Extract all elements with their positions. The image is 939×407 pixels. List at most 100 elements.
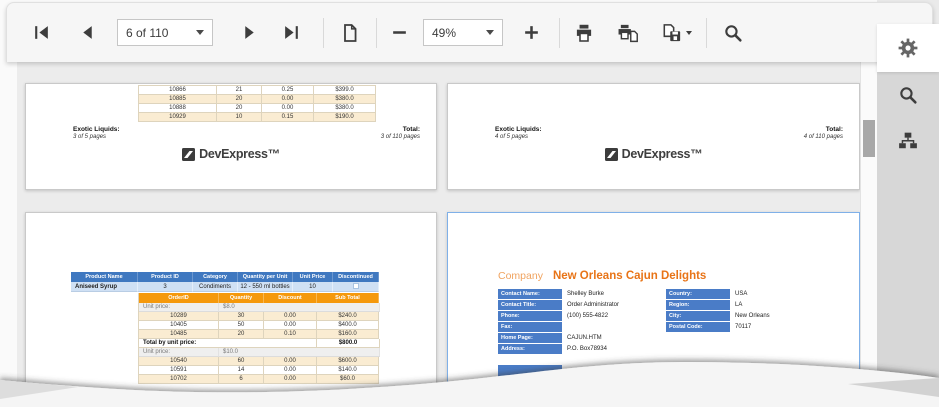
cell-subtotal: $380.0 [314, 104, 376, 113]
field-row: Fax: [498, 322, 619, 333]
toolbar-separator [376, 17, 377, 48]
scrollbar-thumb[interactable] [863, 120, 875, 157]
zoom-selector[interactable]: 49% [423, 19, 503, 46]
table-row: 10485 20 0.10 $160.0 [139, 330, 379, 339]
devexpress-logo-icon [604, 147, 618, 161]
table-row: 10888 20 0.00 $380.0 [139, 104, 376, 113]
page-thumbnail-3[interactable]: 10866 21 0.25 $399.0 10885 20 0.00 $380.… [25, 83, 437, 190]
unit-price-row: Unit price: $8.0 [139, 303, 380, 312]
total-footer: Total: 3 of 110 pages [381, 126, 420, 140]
preview-area[interactable]: 10866 21 0.25 $399.0 10885 20 0.00 $380.… [17, 62, 860, 407]
cell-order-id: 10540 [139, 357, 219, 366]
contact-fields-right: Country: USA Region: LA City: New Orlean… [666, 289, 770, 333]
field-value: Order Administrator [567, 302, 620, 308]
chevron-down-icon [486, 30, 494, 35]
field-label: Country: [666, 289, 730, 299]
cell-subtotal: $380.0 [314, 95, 376, 104]
cell-subtotal: $399.0 [314, 86, 376, 95]
previous-page-button[interactable] [73, 19, 101, 47]
next-page-button[interactable] [235, 19, 263, 47]
devexpress-logo-text: DevExpress™ [621, 147, 703, 161]
zoom-in-button[interactable] [517, 19, 545, 47]
table-row: 10929 10 0.15 $190.0 [139, 113, 376, 122]
header-cell: Discount [264, 293, 317, 303]
field-value: (100) 555-4822 [567, 313, 609, 319]
tab-search[interactable] [877, 72, 939, 118]
unit-price-label: Unit price: [139, 348, 219, 357]
cell-discount: 0.00 [264, 366, 317, 375]
cell-subtotal: $140.0 [317, 366, 379, 375]
cell-order-id: 10405 [139, 321, 219, 330]
plus-icon [524, 26, 538, 39]
cell-discount: 0.00 [264, 312, 317, 321]
total-footer: Total: 4 of 110 pages [804, 126, 843, 140]
tab-settings-active[interactable] [877, 24, 939, 72]
cell-product-name: Aniseed Syrup [71, 282, 138, 292]
page-thumbnail-6-selected[interactable]: Company New Orleans Cajun Delights Contac… [447, 212, 860, 407]
table-row: 10866 21 0.25 $399.0 [139, 86, 376, 95]
first-page-button[interactable] [27, 19, 55, 47]
devexpress-logo: DevExpress™ [448, 147, 859, 161]
chevron-down-icon [196, 30, 204, 35]
field-row: Address: P.O. Box78934 [498, 344, 619, 355]
page-icon [344, 23, 357, 42]
cell-quantity: 50 [219, 321, 264, 330]
company-title: Company New Orleans Cajun Delights [498, 266, 706, 284]
group-footer: Exotic Liquids: 3 of 5 pages [73, 126, 120, 140]
field-row: Postal Code: 70117 [666, 322, 770, 333]
last-page-icon [284, 26, 298, 39]
page-thumbnail-4[interactable]: Exotic Liquids: 4 of 5 pages Total: 4 of… [447, 83, 860, 190]
cell-discount: 0.00 [262, 95, 314, 104]
single-page-view-button[interactable] [336, 19, 364, 47]
export-button[interactable] [658, 19, 694, 47]
group-label: Exotic Liquids: [495, 126, 542, 133]
toolbar-separator [559, 17, 560, 48]
page-thumbnail-5[interactable]: Product Name Product ID Category Quantit… [25, 212, 437, 407]
chevron-down-icon [685, 30, 692, 35]
group-pages: 4 of 5 pages [495, 134, 529, 140]
search-button[interactable] [719, 19, 747, 47]
table-row: 10702 6 0.00 $60.0 [139, 375, 379, 384]
field-value: CAJUN.HTM [567, 335, 602, 341]
total-row: Total by unit price: $800.0 [139, 339, 380, 348]
vertical-scrollbar[interactable] [860, 62, 877, 407]
page-selector[interactable]: 6 of 110 [117, 19, 213, 46]
side-tab-strip [877, 72, 939, 407]
cell-discount: 0.00 [262, 104, 314, 113]
cell-subtotal: $400.0 [317, 321, 379, 330]
field-row: Country: USA [666, 289, 770, 300]
cell-order-id: 10929 [139, 113, 217, 122]
cell-order-id: 10888 [139, 104, 217, 113]
cell-order-id: 10885 [139, 95, 217, 104]
print-page-button[interactable] [614, 19, 642, 47]
gear-icon [898, 38, 918, 58]
contact-fields-left: Contact Name: Shelley Burke Contact Titl… [498, 289, 619, 355]
total-pages: 4 of 110 pages [803, 134, 843, 140]
table-row: 10405 50 0.00 $400.0 [139, 321, 379, 330]
cell-quantity: 60 [219, 357, 264, 366]
total-label: Total: [402, 126, 420, 133]
field-row: Contact Title: Order Administrator [498, 300, 619, 311]
unit-price-label: Unit price: [139, 303, 219, 312]
cell-order-id: 10702 [139, 375, 219, 384]
company-label: Company [498, 270, 543, 282]
field-value: 70117 [735, 324, 752, 330]
cell-quantity: 21 [217, 86, 262, 95]
zoom-selector-value: 49% [432, 25, 457, 40]
cell-subtotal: $60.0 [317, 375, 379, 384]
print-button[interactable] [570, 19, 598, 47]
zoom-out-button[interactable] [385, 19, 413, 47]
cell-order-id: 10289 [139, 312, 219, 321]
field-label: Region: [666, 300, 730, 310]
printer-icon [576, 24, 592, 42]
last-page-button[interactable] [277, 19, 305, 47]
field-label: Home Page: [498, 333, 562, 343]
header-cell: Discontinued [333, 272, 379, 282]
cell-subtotal: $240.0 [317, 312, 379, 321]
group-pages: 3 of 5 pages [73, 134, 107, 140]
unit-price-row: Unit price: $10.0 [139, 348, 380, 357]
total-pages: 3 of 110 pages [380, 134, 420, 140]
unit-price-value: $8.0 [219, 303, 380, 312]
tab-document-map[interactable] [877, 118, 939, 164]
product-header-row: Product Name Product ID Category Quantit… [71, 272, 379, 282]
